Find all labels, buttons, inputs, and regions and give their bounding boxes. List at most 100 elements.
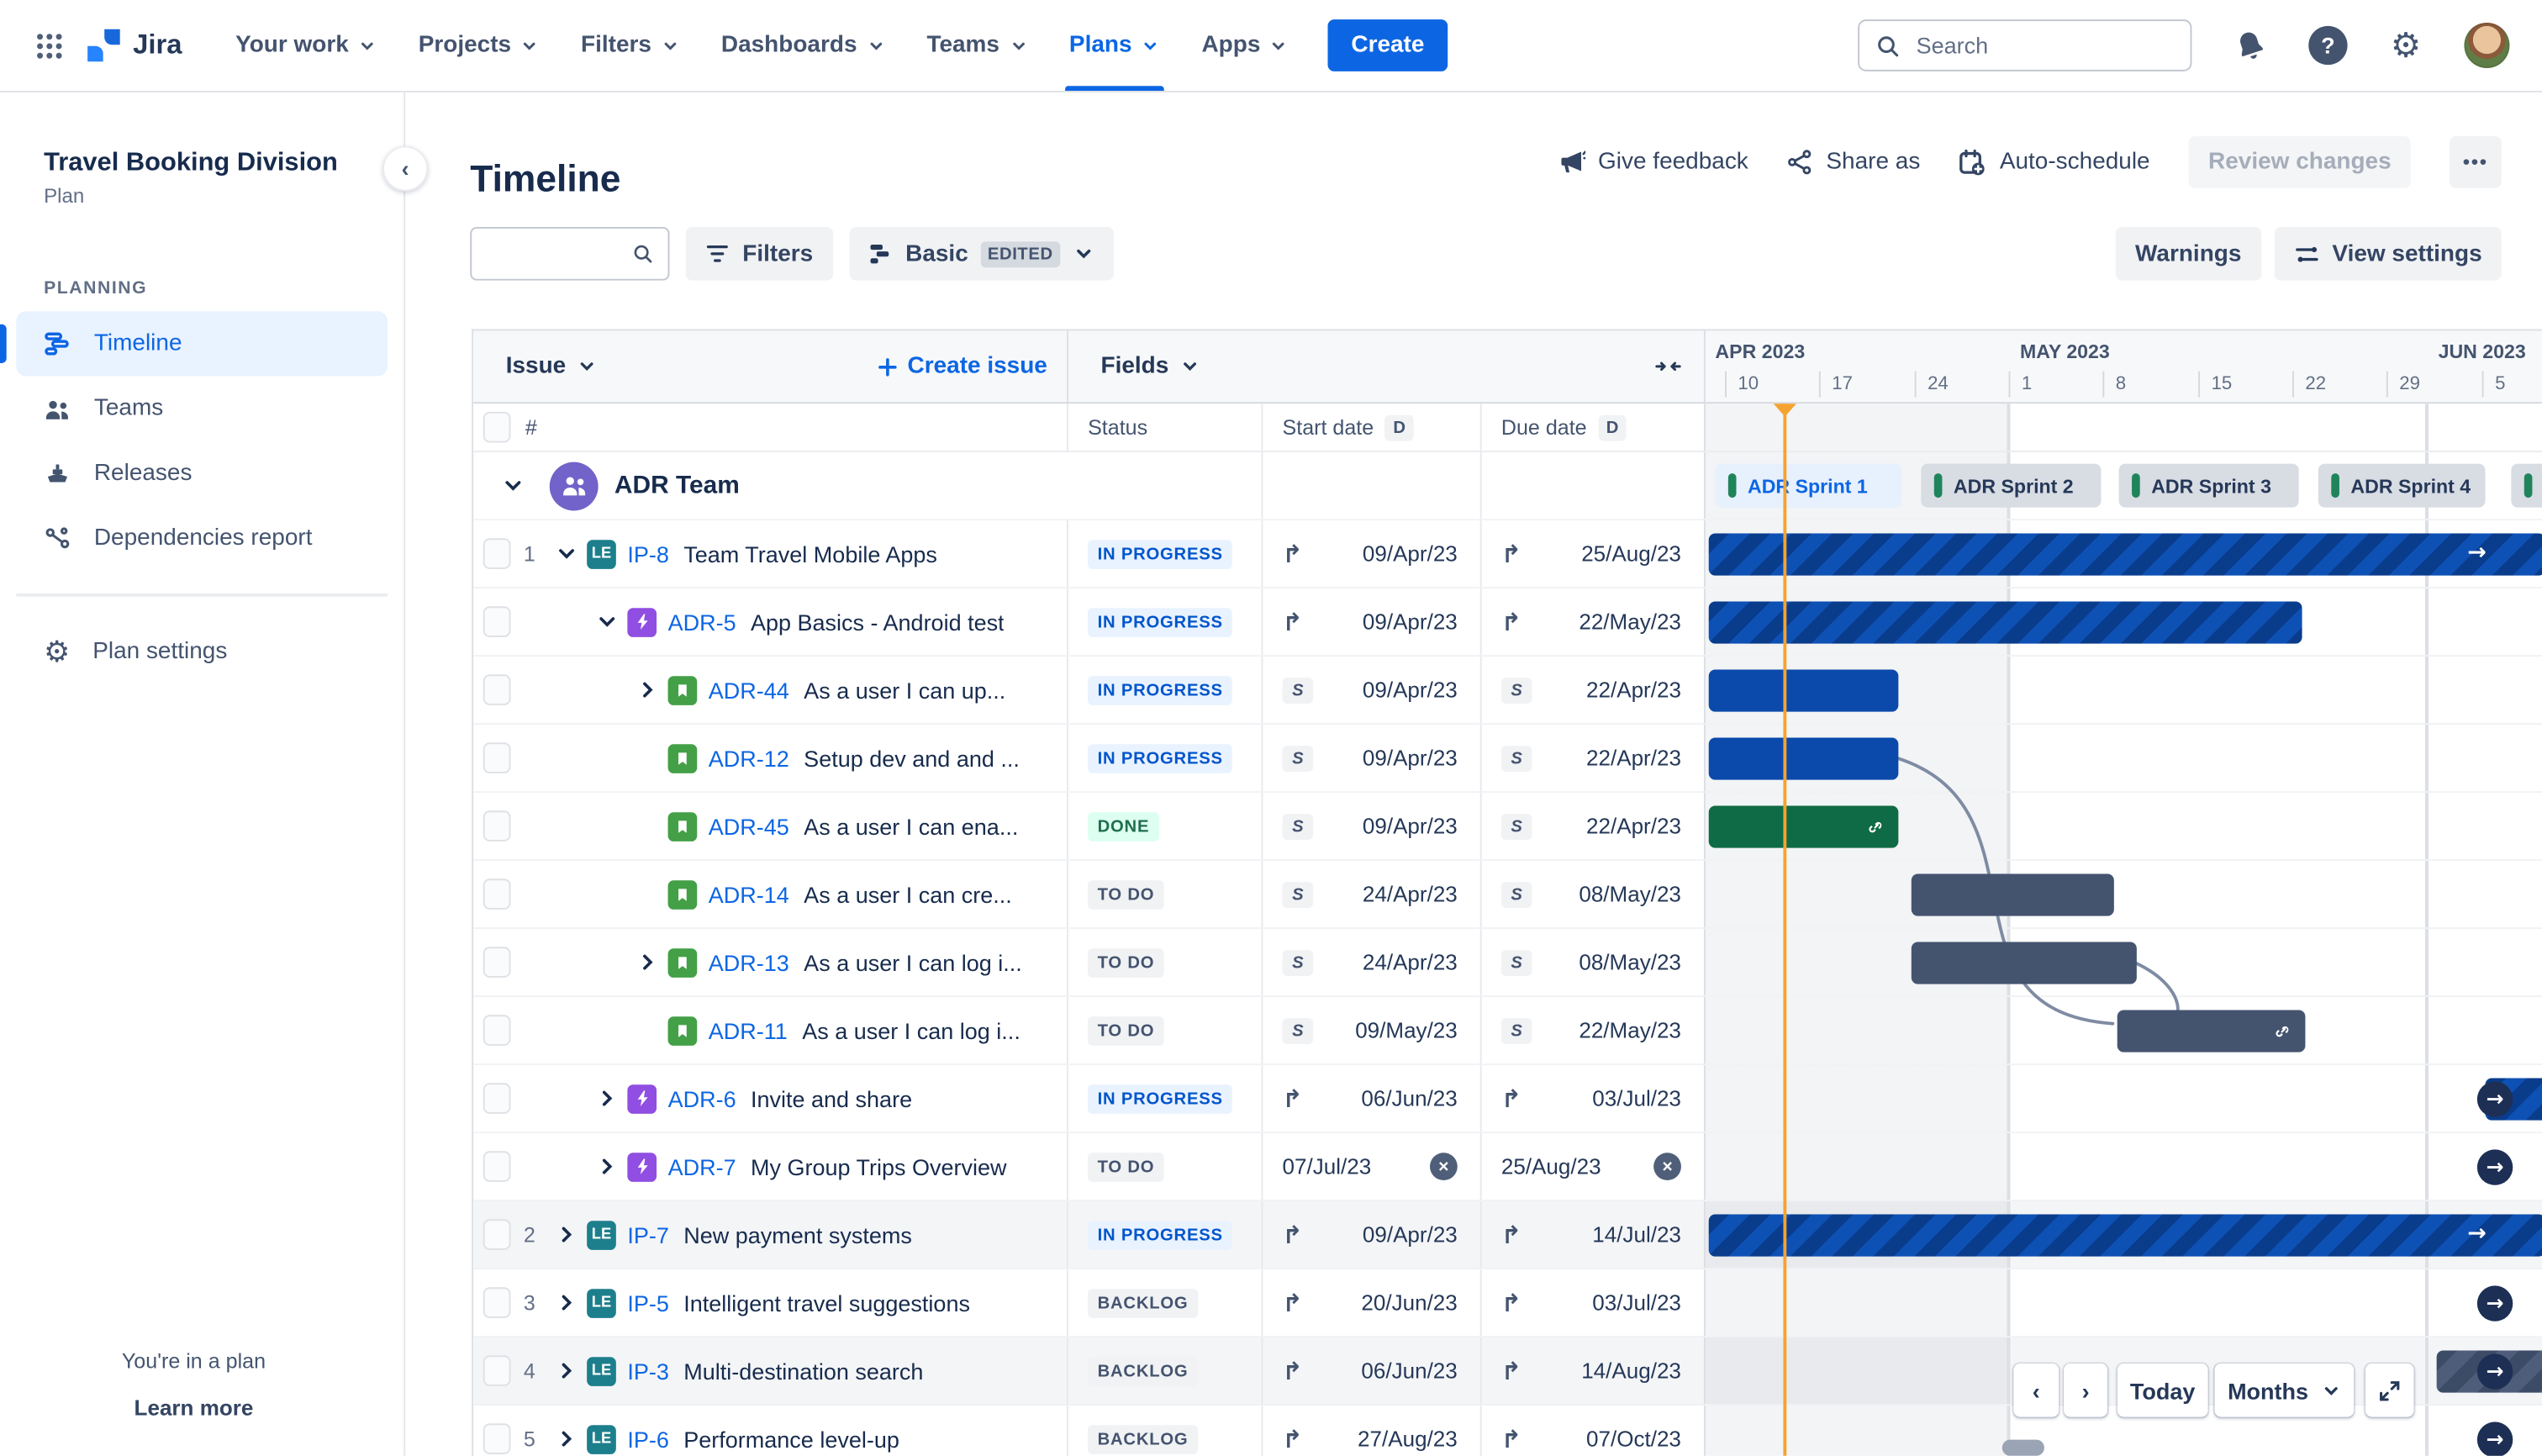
due-date-cell[interactable]: ↱ 03/Jul/23 (1482, 1269, 1706, 1337)
issue-key-link[interactable]: ADR-6 (668, 1085, 736, 1111)
row-checkbox[interactable] (483, 878, 511, 910)
fields-dropdown[interactable]: Fields (1101, 353, 1200, 379)
gantt-bar-ip-7[interactable]: → (1708, 1214, 2542, 1257)
start-date-cell[interactable]: S 24/Apr/23 (1263, 929, 1482, 996)
status-cell[interactable]: TO DO (1068, 861, 1263, 928)
start-date-cell[interactable]: S 09/Apr/23 (1263, 725, 1482, 792)
gantt-bar-adr-44[interactable] (1708, 669, 1899, 712)
issue-title[interactable]: Multi-destination search (683, 1358, 923, 1384)
issue-key-link[interactable]: IP-8 (627, 541, 669, 567)
status-cell[interactable]: BACKLOG (1068, 1406, 1263, 1456)
expand-chevron[interactable] (556, 1224, 588, 1245)
nav-item-apps[interactable]: Apps (1180, 0, 1309, 91)
issue-key-link[interactable]: ADR-44 (709, 677, 789, 703)
nav-item-filters[interactable]: Filters (560, 0, 700, 91)
row-checkbox[interactable] (483, 1287, 511, 1318)
sprint-bar-adr-sprint-4[interactable]: ADR Sprint 4 (2318, 463, 2486, 508)
issue-row-ip-7[interactable]: 2 LE IP-7 New payment systems IN PROGRESS ↱ 09… (473, 1201, 2542, 1270)
row-checkbox[interactable] (483, 1015, 511, 1046)
issue-row-adr-11[interactable]: ADR-11 As a user I can log i... TO DO S 09/M… (473, 997, 2542, 1066)
sidebar-collapse-button[interactable]: ‹ (382, 145, 429, 192)
scroll-prev-button[interactable]: ‹ (2013, 1363, 2059, 1417)
help-icon[interactable]: ? (2308, 25, 2348, 66)
horizontal-scrollbar-thumb[interactable] (2001, 1439, 2044, 1456)
sprint-bar-adr-sprint-1[interactable]: ADR Sprint 1 (1715, 463, 1902, 508)
issue-row-adr-6[interactable]: ADR-6 Invite and share IN PROGRESS ↱ 06/Jun/… (473, 1065, 2542, 1134)
row-checkbox[interactable] (483, 810, 511, 841)
issue-title[interactable]: Intelligent travel suggestions (683, 1290, 970, 1316)
due-date-cell[interactable]: S 22/Apr/23 (1482, 793, 1706, 860)
due-date-cell[interactable]: ↱ 07/Oct/23 (1482, 1406, 1706, 1456)
issue-key-link[interactable]: ADR-45 (709, 813, 789, 839)
status-column-header[interactable]: Status (1068, 404, 1263, 451)
issue-key-link[interactable]: IP-3 (627, 1358, 669, 1384)
issue-title[interactable]: App Basics - Android test (751, 609, 1005, 635)
issue-row-adr-14[interactable]: ADR-14 As a user I can cre... TO DO S 24/Apr… (473, 861, 2542, 930)
start-date-column-header[interactable]: Start date D (1263, 404, 1482, 451)
start-date-cell[interactable]: S 09/May/23 (1263, 997, 1482, 1064)
learn-more-link[interactable]: Learn more (0, 1395, 388, 1420)
expand-chevron[interactable] (597, 1156, 628, 1177)
dependency-link-icon[interactable] (2271, 1020, 2294, 1042)
notifications-icon[interactable] (2218, 13, 2283, 78)
status-cell[interactable]: BACKLOG (1068, 1337, 1263, 1405)
start-date-cell[interactable]: ↱ 09/Apr/23 (1263, 1201, 1482, 1269)
select-all-checkbox[interactable] (483, 411, 511, 443)
status-cell[interactable]: IN PROGRESS (1068, 588, 1263, 656)
issue-title[interactable]: As a user I can log i... (804, 949, 1022, 975)
scroll-to-bar-button-ip-6[interactable]: → (2476, 1422, 2513, 1456)
gantt-bar-ip-8[interactable]: → (1708, 533, 2542, 576)
plan-search[interactable] (470, 227, 670, 281)
start-date-cell[interactable]: S 24/Apr/23 (1263, 861, 1482, 928)
start-date-cell[interactable]: ↱ 09/Apr/23 (1263, 588, 1482, 656)
sidebar-item-dependencies-report[interactable]: Dependencies report (16, 506, 388, 571)
user-avatar[interactable] (2464, 22, 2510, 68)
scroll-next-button[interactable]: › (2064, 1363, 2108, 1417)
start-date-cell[interactable]: S 09/Apr/23 (1263, 793, 1482, 860)
view-settings-button[interactable]: View settings (2274, 227, 2502, 281)
due-date-cell[interactable]: ↱ 25/Aug/23 (1482, 520, 1706, 588)
scroll-to-bar-button-ip-3[interactable]: → (2476, 1353, 2513, 1390)
review-changes-button[interactable]: Review changes (2188, 136, 2411, 188)
status-cell[interactable]: BACKLOG (1068, 1269, 1263, 1337)
issue-title[interactable]: As a user I can cre... (804, 881, 1012, 907)
nav-item-projects[interactable]: Projects (398, 0, 560, 91)
jira-logo[interactable]: Jira (84, 26, 182, 65)
row-checkbox[interactable] (483, 947, 511, 978)
issue-key-link[interactable]: ADR-13 (709, 949, 789, 975)
issue-key-link[interactable]: IP-6 (627, 1426, 669, 1452)
create-button[interactable]: Create (1328, 19, 1448, 71)
start-date-cell[interactable]: ↱ 06/Jun/23 (1263, 1065, 1482, 1132)
row-checkbox[interactable] (483, 674, 511, 705)
status-cell[interactable]: TO DO (1068, 929, 1263, 996)
give-feedback-button[interactable]: Give feedback (1558, 148, 1748, 176)
due-date-cell[interactable]: ↱ 22/May/23 (1482, 588, 1706, 656)
issue-title[interactable]: As a user I can up... (804, 677, 1005, 703)
issue-row-adr-45[interactable]: ADR-45 As a user I can ena... DONE S 09/Apr/… (473, 793, 2542, 862)
dependency-link-icon[interactable] (1864, 815, 1887, 838)
clear-date-button[interactable]: × (1653, 1153, 1681, 1180)
due-date-cell[interactable]: ↱ 14/Jul/23 (1482, 1201, 1706, 1269)
due-date-cell[interactable]: S 08/May/23 (1482, 929, 1706, 996)
more-menu-button[interactable]: ••• (2450, 136, 2502, 188)
gantt-bar-adr-11[interactable] (2117, 1010, 2306, 1052)
start-date-cell[interactable]: ↱ 09/Apr/23 (1263, 520, 1482, 588)
due-date-cell[interactable]: S 22/Apr/23 (1482, 657, 1706, 724)
issue-row-adr-5[interactable]: ADR-5 App Basics - Android test IN PROGRES… (473, 588, 2542, 657)
gantt-bar-adr-13[interactable] (1911, 942, 2137, 984)
issue-header-dropdown[interactable]: Issue (506, 353, 597, 379)
start-date-cell[interactable]: ↱ 06/Jun/23 (1263, 1337, 1482, 1405)
filters-button[interactable]: Filters (685, 227, 833, 281)
issue-title[interactable]: Performance level-up (683, 1426, 899, 1452)
settings-gear-icon[interactable]: ⚙ (2380, 19, 2432, 71)
issue-row-adr-13[interactable]: ADR-13 As a user I can log i... TO DO S 24/A… (473, 929, 2542, 998)
issue-title[interactable]: Setup dev and and ... (804, 745, 1020, 771)
today-button[interactable]: Today (2117, 1363, 2208, 1417)
due-date-cell[interactable]: S 22/May/23 (1482, 997, 1706, 1064)
global-search[interactable] (1858, 19, 2192, 71)
issue-title[interactable]: As a user I can log i... (802, 1017, 1020, 1043)
expand-chevron[interactable] (637, 679, 668, 700)
issue-title[interactable]: New payment systems (683, 1221, 912, 1248)
nav-item-your-work[interactable]: Your work (214, 0, 398, 91)
issue-title[interactable]: Invite and share (751, 1085, 912, 1111)
